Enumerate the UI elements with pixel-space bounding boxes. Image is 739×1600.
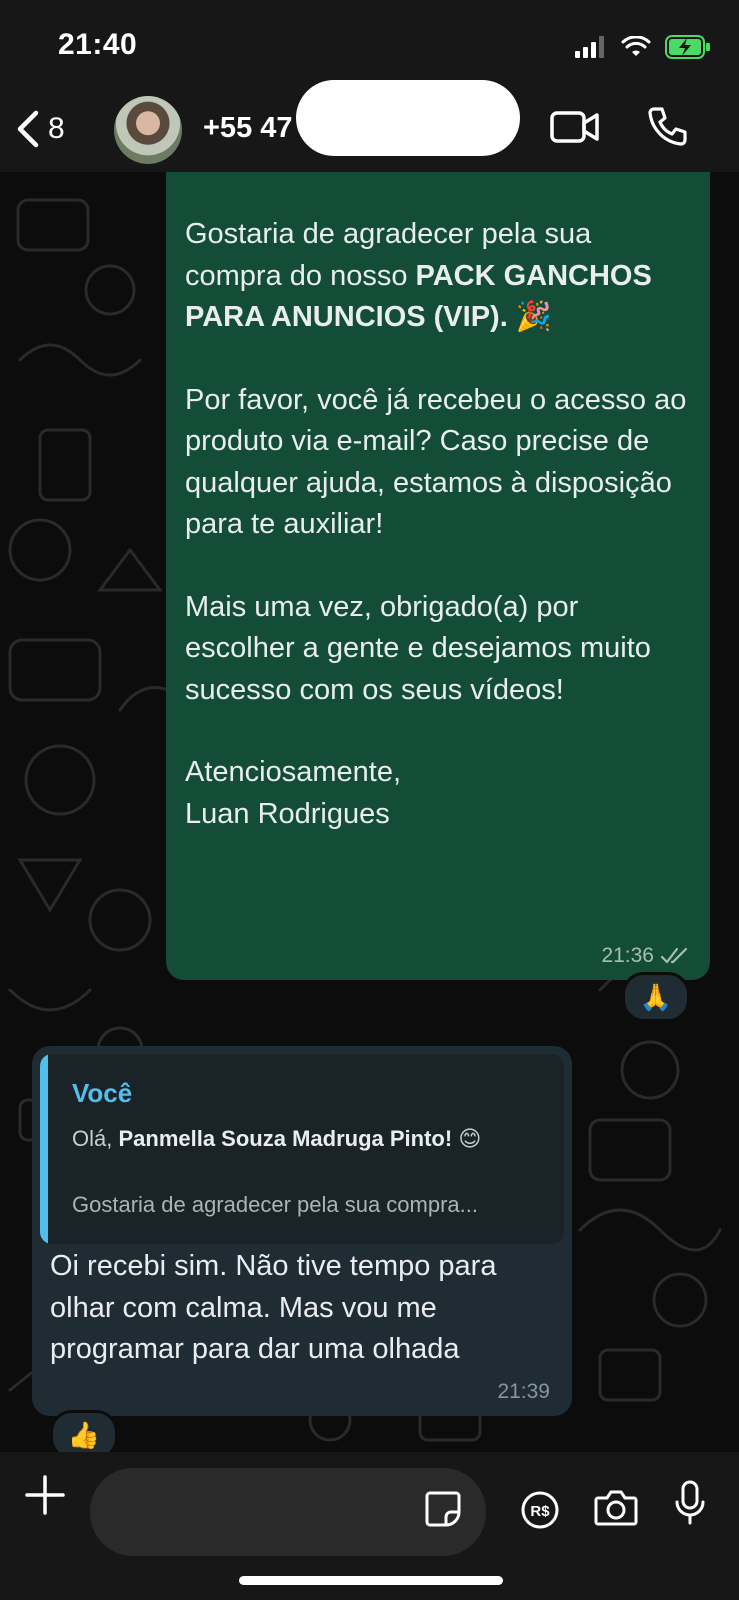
redaction-overlay (296, 80, 520, 156)
camera-icon (594, 1490, 638, 1526)
unread-count: 8 (48, 112, 65, 145)
thumbs-up-emoji: 👍 (67, 1419, 101, 1450)
status-time: 21:40 (58, 28, 138, 61)
party-emoji: 🎉 (515, 301, 552, 333)
video-call-button[interactable] (550, 108, 600, 151)
phone-icon (648, 107, 687, 146)
contact-avatar[interactable] (114, 96, 182, 164)
quote-prefix: Olá, (72, 1126, 119, 1151)
message-time: 21:36 (601, 944, 654, 967)
quote-customer-name: Panmella Souza Madruga Pinto! (118, 1126, 453, 1151)
status-bar: 21:40 (0, 0, 739, 90)
smile-emoji: 😊 (458, 1126, 482, 1151)
quote-author: Você (72, 1078, 133, 1108)
sticker-icon (425, 1491, 461, 1527)
payment-button[interactable]: R$ (520, 1490, 560, 1535)
quote-text: Olá, Panmella Souza Madruga Pinto! 😊 (72, 1126, 481, 1152)
plus-icon (25, 1475, 65, 1515)
chat-header: 8 +55 47 (0, 80, 739, 172)
status-icons (575, 30, 711, 64)
message-signature: Atenciosamente, Luan Rodrigues (185, 752, 690, 835)
brl-currency-icon: R$ (521, 1491, 559, 1529)
home-indicator[interactable] (239, 1576, 503, 1585)
quoted-message[interactable]: Você Olá, Panmella Souza Madruga Pinto! … (40, 1054, 564, 1244)
sticker-button[interactable] (424, 1490, 462, 1533)
chevron-left-icon (17, 110, 39, 148)
back-button[interactable]: 8 (14, 106, 65, 152)
contact-name[interactable]: +55 47 (203, 112, 293, 145)
outgoing-message[interactable]: Gostaria de agradecer pela sua compra do… (166, 172, 710, 980)
video-camera-icon (550, 111, 599, 143)
wifi-icon (621, 36, 651, 56)
signature-name: Luan Rodrigues (185, 797, 390, 830)
voice-call-button[interactable] (646, 106, 688, 153)
reaction-badge[interactable]: 🙏 (622, 972, 690, 1022)
quote-accent-bar (40, 1054, 48, 1244)
message-text: Oi recebi sim. Não tive tempo para olhar… (50, 1250, 497, 1365)
message-paragraph: Gostaria de agradecer pela sua compra do… (185, 214, 690, 339)
attach-button[interactable] (24, 1474, 66, 1521)
pix-label: R$ (530, 1503, 550, 1520)
microphone-icon (675, 1480, 705, 1525)
double-check-icon (660, 947, 688, 964)
message-time: 21:39 (497, 1380, 550, 1403)
voice-message-button[interactable] (674, 1480, 706, 1533)
message-paragraph: Por favor, você já recebeu o acesso ao p… (185, 383, 687, 541)
pray-emoji: 🙏 (639, 981, 673, 1012)
closing-text: Atenciosamente, (185, 756, 402, 788)
quote-preview: Gostaria de agradecer pela sua compra... (72, 1192, 479, 1217)
battery-charging-icon (665, 35, 710, 59)
cellular-signal-icon (575, 36, 604, 58)
camera-button[interactable] (594, 1488, 638, 1533)
message-meta: 21:36 (601, 944, 690, 968)
message-paragraph: Mais uma vez, obrigado(a) por escolher a… (185, 590, 651, 706)
incoming-message[interactable]: Você Olá, Panmella Souza Madruga Pinto! … (32, 1046, 572, 1416)
